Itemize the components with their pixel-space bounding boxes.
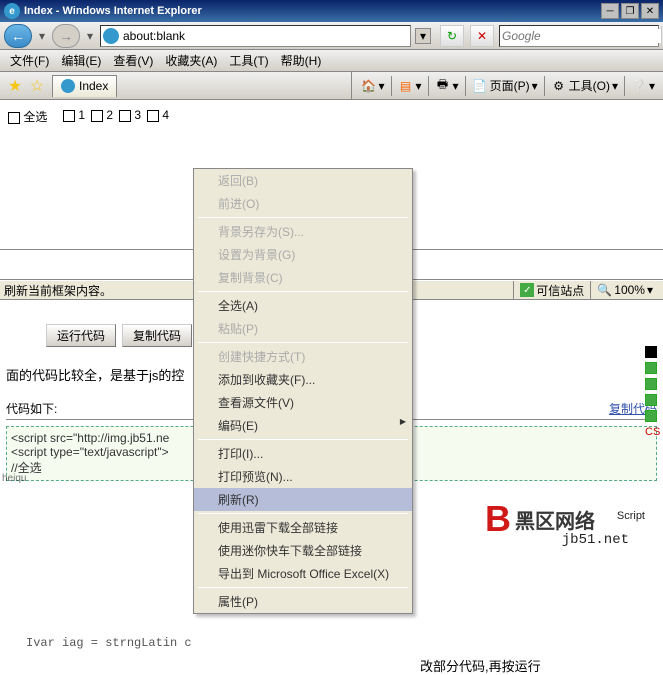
help-icon: ❔ — [631, 78, 647, 94]
minimize-button[interactable]: ─ — [601, 3, 619, 19]
feeds-button[interactable]: ▤▾ — [394, 76, 426, 96]
cm-export-excel[interactable]: 导出到 Microsoft Office Excel(X) — [194, 562, 412, 585]
cm-set-bg[interactable]: 设置为背景(G) — [194, 243, 412, 266]
tab-toolbar: ★ ☆ Index 🏠▾ ▤▾ 🖶▾ 📄页面(P) ▾ ⚙工具(O) ▾ ❔▾ — [0, 72, 663, 100]
marker-icon — [645, 410, 657, 422]
watermark-text: 黑区网络 — [515, 505, 595, 534]
cm-save-bg-as[interactable]: 背景另存为(S)... — [194, 220, 412, 243]
help-button[interactable]: ❔▾ — [627, 76, 659, 96]
menu-view[interactable]: 查看(V) — [107, 50, 159, 71]
forward-button[interactable]: → — [52, 24, 80, 48]
code-header-label: 代码如下: — [6, 400, 57, 417]
menu-edit[interactable]: 编辑(E) — [55, 50, 107, 71]
checkbox-4[interactable]: 4 — [147, 108, 169, 125]
tab-label: Index — [79, 79, 108, 93]
watermark-heiqu: heiqu — [2, 473, 26, 484]
cm-refresh[interactable]: 刷新(R) — [194, 488, 412, 511]
watermark-url: jb51.net — [562, 532, 629, 548]
cm-add-favorite[interactable]: 添加到收藏夹(F)... — [194, 368, 412, 391]
tools-menu[interactable]: ⚙工具(O) ▾ — [547, 75, 622, 96]
cm-create-shortcut[interactable]: 创建快捷方式(T) — [194, 345, 412, 368]
check-icon: ✓ — [520, 283, 534, 297]
cm-print-preview[interactable]: 打印预览(N)... — [194, 465, 412, 488]
cm-properties[interactable]: 属性(P) — [194, 590, 412, 613]
menu-help[interactable]: 帮助(H) — [275, 50, 328, 71]
stop-icon[interactable]: ✕ — [470, 25, 494, 47]
run-code-button[interactable]: 运行代码 — [46, 324, 116, 347]
gear-icon: ⚙ — [551, 78, 567, 94]
back-dropdown[interactable]: ▾ — [36, 29, 48, 43]
restore-button[interactable]: ❐ — [621, 3, 639, 19]
rss-icon: ▤ — [398, 78, 414, 94]
marker-icon — [645, 378, 657, 390]
close-button[interactable]: ✕ — [641, 3, 659, 19]
page-menu[interactable]: 📄页面(P) ▾ — [468, 75, 542, 96]
page-icon — [61, 79, 75, 93]
address-input[interactable] — [123, 29, 408, 43]
search-input[interactable] — [500, 29, 661, 43]
forward-dropdown[interactable]: ▾ — [84, 29, 96, 43]
cm-paste[interactable]: 粘贴(P) — [194, 317, 412, 340]
window-title: Index - Windows Internet Explorer — [24, 5, 601, 17]
copy-code-button[interactable]: 复制代码 — [122, 324, 192, 347]
ie-icon: e — [4, 3, 20, 19]
context-menu: 返回(B) 前进(O) 背景另存为(S)... 设置为背景(G) 复制背景(C)… — [193, 168, 413, 614]
menu-file[interactable]: 文件(F) — [4, 50, 55, 71]
hint-text: 改部分代码,再按运行 — [420, 656, 541, 675]
search-box[interactable]: 🔍 — [499, 25, 659, 47]
cs-label: CS — [645, 426, 659, 438]
menu-favorites[interactable]: 收藏夹(A) — [159, 50, 223, 71]
marker-icon — [645, 346, 657, 358]
marker-icon — [645, 362, 657, 374]
print-button[interactable]: 🖶▾ — [431, 76, 463, 96]
print-icon: 🖶 — [435, 78, 451, 94]
side-markers: CS — [645, 346, 659, 438]
tab-index[interactable]: Index — [52, 75, 117, 97]
address-bar[interactable] — [100, 25, 411, 47]
favorite-star-icon[interactable]: ☆ — [26, 75, 48, 97]
cm-kuaiche-download[interactable]: 使用迷你快车下载全部链接 — [194, 539, 412, 562]
marker-icon — [645, 394, 657, 406]
home-icon: 🏠 — [360, 78, 376, 94]
checkbox-2[interactable]: 2 — [91, 108, 113, 125]
cm-forward[interactable]: 前进(O) — [194, 192, 412, 215]
cm-print[interactable]: 打印(I)... — [194, 442, 412, 465]
cm-back[interactable]: 返回(B) — [194, 169, 412, 192]
cm-xunlei-download[interactable]: 使用迅雷下载全部链接 — [194, 516, 412, 539]
home-button[interactable]: 🏠▾ — [356, 76, 388, 96]
code-fragment: Ivar iag = strngLatin c — [26, 636, 192, 650]
checkbox-1[interactable]: 1 — [63, 108, 85, 125]
status-text: 刷新当前框架内容。 — [4, 282, 112, 299]
checkbox-select-all[interactable]: 全选 — [8, 108, 47, 125]
page-icon — [103, 28, 119, 44]
window-titlebar: e Index - Windows Internet Explorer ─ ❐ … — [0, 0, 663, 22]
refresh-icon[interactable]: ↻ — [440, 25, 464, 47]
cm-encoding[interactable]: 编码(E) — [194, 414, 412, 437]
cm-copy-bg[interactable]: 复制背景(C) — [194, 266, 412, 289]
menu-tools[interactable]: 工具(T) — [223, 50, 274, 71]
checkbox-3[interactable]: 3 — [119, 108, 141, 125]
trusted-sites[interactable]: ✓可信站点 — [513, 281, 590, 299]
back-button[interactable]: ← — [4, 24, 32, 48]
watermark-script: Script — [617, 510, 645, 522]
menu-bar: 文件(F) 编辑(E) 查看(V) 收藏夹(A) 工具(T) 帮助(H) — [0, 50, 663, 72]
cm-select-all[interactable]: 全选(A) — [194, 294, 412, 317]
cm-view-source[interactable]: 查看源文件(V) — [194, 391, 412, 414]
add-favorite-icon[interactable]: ★ — [4, 75, 26, 97]
watermark-b-icon: B — [485, 498, 511, 540]
zoom-level[interactable]: 🔍 100% ▾ — [590, 281, 659, 299]
navigation-toolbar: ← ▾ → ▾ ▾ ↻ ✕ 🔍 — [0, 22, 663, 50]
address-dropdown[interactable]: ▾ — [415, 28, 431, 44]
page-icon: 📄 — [472, 78, 488, 94]
